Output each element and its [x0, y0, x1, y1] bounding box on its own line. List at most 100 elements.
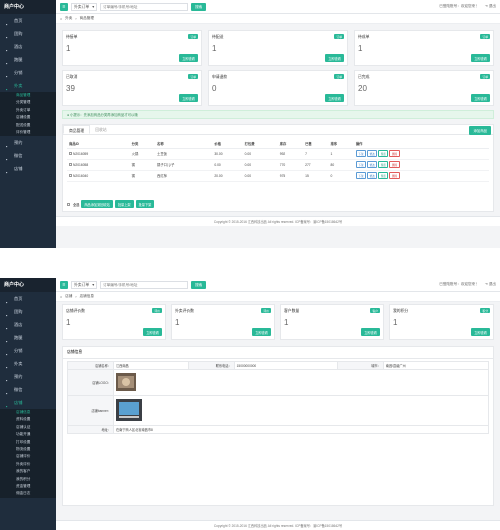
sidebar-item[interactable]: ▪ 酒店 [0, 318, 56, 331]
sidebar-subitem[interactable]: 分类管理 [0, 99, 56, 106]
sidebar-item[interactable]: ▪ 首页 [0, 14, 56, 27]
tab-recycle[interactable]: 回收站 [90, 125, 111, 134]
cell-name: 土豆饭 [157, 152, 167, 156]
bulk-on-shelf-button[interactable]: 批量上架 [114, 200, 134, 208]
view-now-button[interactable]: 立即查看 [179, 94, 198, 102]
sidebar-subitem[interactable]: 打印设置 [0, 439, 56, 446]
search-type-select[interactable]: 外卖订单 ▾ [71, 2, 98, 11]
sidebar-item[interactable]: ▪ 店铺 [0, 162, 56, 175]
cell-sold: 7 [305, 151, 307, 156]
sidebar-subitem[interactable]: 我的积分 [0, 476, 56, 483]
preview-button[interactable]: 预览 [378, 172, 389, 179]
sidebar-subitem[interactable]: 配送设置 [0, 122, 56, 129]
table-header: 排序 [328, 139, 354, 149]
sidebar-item[interactable]: ▪ 跑腿 [0, 53, 56, 66]
sidebar-subitem[interactable]: 店铺评价 [0, 453, 56, 460]
row-checkbox[interactable] [69, 152, 72, 156]
home-icon[interactable]: ⌂ [60, 295, 62, 299]
sidebar-item[interactable]: ▪ 酒店 [0, 40, 56, 53]
add-goods-button[interactable]: 添加商品 [469, 126, 491, 135]
sidebar-item[interactable]: ▪ 首页 [0, 292, 56, 305]
row-checkbox[interactable] [69, 163, 72, 167]
sidebar-subitem[interactable]: 佣金日志 [0, 490, 56, 497]
edit-button[interactable]: 修改 [367, 150, 378, 157]
table-header: 打包费 [242, 139, 278, 149]
search-button[interactable]: 搜索 [191, 2, 207, 11]
off-shelf-button[interactable]: 下架 [355, 150, 367, 157]
view-now-button[interactable]: 立即查看 [471, 328, 490, 336]
stat-card: 已取消 订单 39 立即查看 [62, 70, 202, 106]
menu-toggle-icon[interactable]: ≡ [60, 280, 68, 289]
sidebar-subitem[interactable]: 资金管理 [0, 483, 56, 490]
view-now-button[interactable]: 立即查看 [252, 328, 271, 336]
off-shelf-button[interactable]: 下架 [355, 172, 367, 179]
view-now-button[interactable]: 立即查看 [471, 54, 490, 62]
sidebar-item-label: 店铺 [14, 400, 23, 405]
address-label: 地址： [67, 425, 114, 434]
search-input[interactable] [100, 2, 189, 11]
cell-stock: 975 [279, 173, 286, 178]
view-now-button[interactable]: 立即查看 [179, 54, 198, 62]
sidebar-item[interactable]: ▪ 团购 [0, 27, 56, 40]
view-now-button[interactable]: 立即查看 [361, 328, 380, 336]
off-shelf-button[interactable]: 下架 [355, 161, 367, 168]
exit-link[interactable]: ⇥ 退出 [485, 282, 496, 287]
view-now-button[interactable]: 立即查看 [325, 94, 344, 102]
tab-goods[interactable]: 商品管理 [63, 125, 91, 134]
table-cell: 277 [303, 159, 329, 171]
view-now-button[interactable]: 立即查看 [325, 54, 344, 62]
sidebar-item[interactable]: ▪ 微信 [0, 149, 56, 162]
preview-button[interactable]: 预览 [378, 161, 389, 168]
bulk-off-shelf-button[interactable]: 批量下架 [135, 200, 155, 208]
edit-button[interactable]: 修改 [367, 172, 378, 179]
sidebar-item[interactable]: ▪ 预约 [0, 370, 56, 383]
sidebar-subitem[interactable]: 商品管理 [0, 92, 56, 99]
sidebar-item[interactable]: ▪ 分销 [0, 66, 56, 79]
sidebar-item[interactable]: ▪ 外卖 [0, 79, 56, 92]
sidebar-subitem[interactable]: 店铺设置 [0, 114, 56, 121]
move-to-recycle-button[interactable]: 商品添加到回收站 [81, 200, 113, 208]
view-now-button[interactable]: 立即查看 [143, 328, 162, 336]
stat-title: 已完成 [358, 75, 370, 79]
sidebar-subitem[interactable]: 评价管理 [0, 129, 56, 136]
sidebar-item-label: 店铺 [14, 166, 23, 172]
edit-button[interactable]: 修改 [367, 161, 378, 168]
sidebar-item[interactable]: ▪ 微信 [0, 383, 56, 396]
home-icon[interactable]: ⌂ [60, 17, 62, 21]
search-input[interactable] [100, 280, 189, 289]
table-cell: 7 [303, 148, 329, 160]
delete-button[interactable]: 删除 [389, 172, 400, 179]
sidebar-subitem[interactable]: 店铺认证 [0, 424, 56, 431]
sidebar-subitem[interactable]: 外卖订单 [0, 107, 56, 114]
tip-text: 小提示：先添加商品分类再添加商品才可以哦 [70, 113, 138, 117]
view-now-button[interactable]: 立即查看 [471, 94, 490, 102]
search-type-select[interactable]: 外卖订单 ▾ [71, 280, 98, 289]
preview-button[interactable]: 预览 [378, 150, 389, 157]
search-button[interactable]: 搜索 [191, 280, 207, 289]
delete-button[interactable]: 删除 [389, 150, 400, 157]
sidebar-subitem[interactable]: 功能开通 [0, 431, 56, 438]
sidebar-item[interactable]: ▪ 外卖 [0, 357, 56, 370]
sidebar-subitem[interactable]: 我的客户 [0, 468, 56, 475]
stat-title: 待配送 [212, 35, 224, 39]
menu-toggle-icon[interactable]: ≡ [60, 2, 68, 11]
exit-label: 退出 [488, 282, 496, 286]
breadcrumb-item[interactable]: 外卖 [65, 16, 72, 21]
sidebar-item[interactable]: ▪ 跑腿 [0, 331, 56, 344]
sidebar-subitem[interactable]: 店铺信息 [0, 409, 56, 416]
breadcrumb-item[interactable]: 店铺 [65, 294, 72, 299]
sidebar-subitem[interactable]: 物流设置 [0, 446, 56, 453]
store-logo-image [116, 373, 136, 392]
row-checkbox[interactable] [69, 174, 72, 178]
delete-button[interactable]: 删除 [389, 161, 400, 168]
exit-link[interactable]: ⇥ 退出 [485, 4, 496, 9]
sidebar-subitem[interactable]: 资料设置 [0, 416, 56, 423]
select-all-checkbox[interactable] [67, 202, 70, 206]
sidebar-subitem[interactable]: 外卖评价 [0, 461, 56, 468]
sidebar-item[interactable]: ▪ 店铺 [0, 396, 56, 409]
sidebar-item[interactable]: ▪ 分销 [0, 344, 56, 357]
sidebar-item[interactable]: ▪ 预约 [0, 136, 56, 149]
sidebar-item-label: 酒店 [14, 322, 23, 327]
sidebar-item[interactable]: ▪ 团购 [0, 305, 56, 318]
cell-cat: 火锅 [131, 152, 139, 156]
